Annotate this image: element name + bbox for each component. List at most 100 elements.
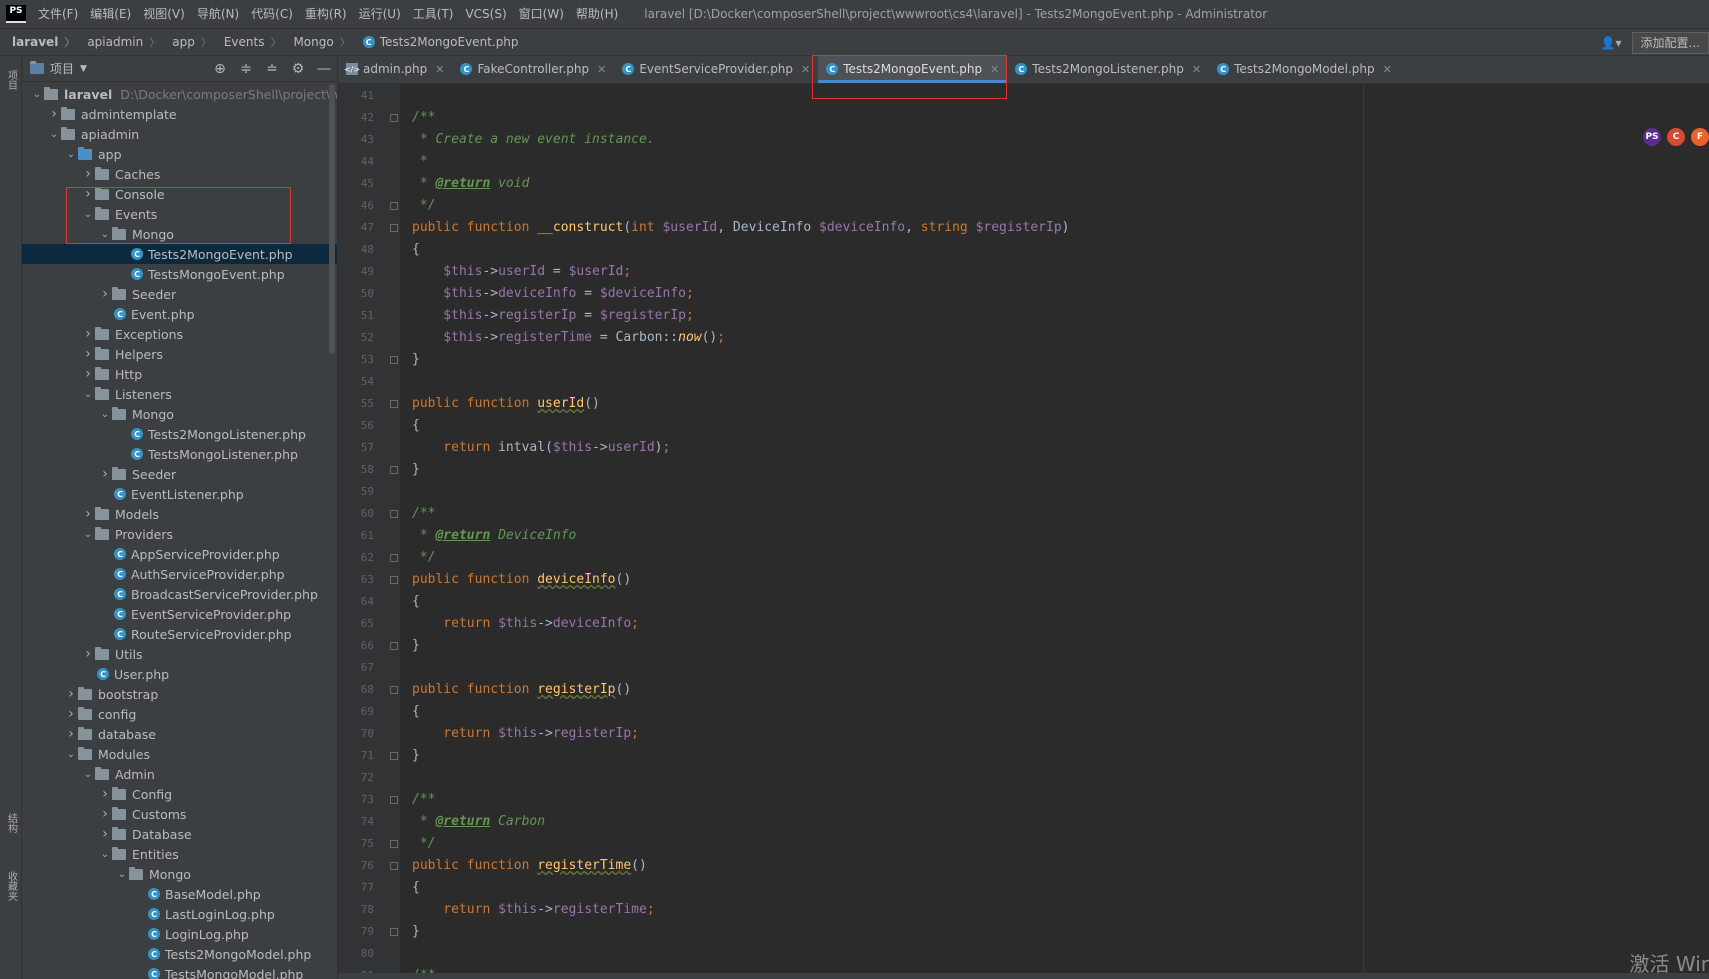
fold-marker-icon[interactable] — [390, 796, 398, 804]
tree-item[interactable]: › Seeder — [22, 284, 337, 304]
tree-item[interactable]: › Http — [22, 364, 337, 384]
chevron-right-icon[interactable]: › — [98, 826, 112, 842]
tree-item[interactable]: ⌄ Mongo — [22, 224, 337, 244]
editor-tab[interactable]: C Tests2MongoEvent.php ✕ — [818, 55, 1008, 83]
expand-all-icon[interactable]: ≑ — [233, 61, 259, 77]
project-view-selector[interactable]: 项目 ▼ — [22, 60, 87, 77]
menu-item[interactable]: 工具(T) — [407, 0, 460, 28]
chevron-down-icon[interactable]: ⌄ — [81, 389, 95, 400]
menu-item[interactable]: 导航(N) — [191, 0, 245, 28]
close-icon[interactable]: ✕ — [597, 63, 606, 76]
collapse-all-icon[interactable]: ≐ — [259, 61, 285, 77]
breadcrumb-item[interactable]: Events 〉 — [212, 34, 282, 50]
tree-item[interactable]: ⌄ Events — [22, 204, 337, 224]
chevron-right-icon[interactable]: › — [81, 346, 95, 362]
chevron-down-icon[interactable]: ⌄ — [81, 209, 95, 220]
tree-item[interactable]: C BaseModel.php — [22, 884, 337, 904]
chevron-right-icon[interactable]: › — [98, 786, 112, 802]
tree-item[interactable]: › Exceptions — [22, 324, 337, 344]
hide-icon[interactable]: — — [311, 61, 337, 77]
tree-item[interactable]: ⌄ Mongo — [22, 864, 337, 884]
menu-item[interactable]: 文件(F) — [32, 0, 84, 28]
structure-tool-tab[interactable]: 结构 — [1, 800, 21, 846]
tree-item[interactable]: ⌄ Entities — [22, 844, 337, 864]
fold-marker-icon[interactable] — [390, 224, 398, 232]
fold-marker-icon[interactable] — [390, 400, 398, 408]
chevron-right-icon[interactable]: › — [81, 166, 95, 182]
chevron-down-icon[interactable]: ⌄ — [64, 749, 78, 760]
fold-marker-icon[interactable] — [390, 466, 398, 474]
menu-item[interactable]: 重构(R) — [299, 0, 353, 28]
tree-item[interactable]: C BroadcastServiceProvider.php — [22, 584, 337, 604]
chevron-right-icon[interactable]: › — [81, 646, 95, 662]
tree-item[interactable]: ⌄ Providers — [22, 524, 337, 544]
fold-marker-icon[interactable] — [390, 928, 398, 936]
fold-marker-icon[interactable] — [390, 202, 398, 210]
tree-item[interactable]: › database — [22, 724, 337, 744]
breadcrumb-item[interactable]: laravel 〉 — [0, 34, 75, 50]
add-configuration-button[interactable]: 添加配置... — [1631, 31, 1709, 54]
menu-item[interactable]: 代码(C) — [245, 0, 299, 28]
project-tool-tab[interactable]: 项目 — [1, 60, 21, 100]
tree-item[interactable]: › config — [22, 704, 337, 724]
chevron-right-icon[interactable]: › — [81, 366, 95, 382]
tree-item[interactable]: ⌄ Listeners — [22, 384, 337, 404]
chevron-right-icon[interactable]: › — [81, 186, 95, 202]
tree-item[interactable]: C LastLoginLog.php — [22, 904, 337, 924]
user-menu-button[interactable]: 👤▾ — [1591, 36, 1632, 50]
fold-marker-icon[interactable] — [390, 686, 398, 694]
chevron-down-icon[interactable]: ⌄ — [81, 529, 95, 540]
tree-item[interactable]: › Caches — [22, 164, 337, 184]
chevron-down-icon[interactable]: ⌄ — [98, 229, 112, 240]
breadcrumb-item[interactable]: apiadmin 〉 — [75, 34, 160, 50]
fold-marker-icon[interactable] — [390, 862, 398, 870]
tree-item[interactable]: C EventListener.php — [22, 484, 337, 504]
close-icon[interactable]: ✕ — [990, 63, 999, 76]
tree-item[interactable]: ⌄ Modules — [22, 744, 337, 764]
chevron-down-icon[interactable]: ⌄ — [98, 409, 112, 420]
chevron-right-icon[interactable]: › — [64, 686, 78, 702]
favorites-tool-tab[interactable]: 收藏夹 — [1, 856, 21, 916]
tree-item[interactable]: C Tests2MongoListener.php — [22, 424, 337, 444]
tree-item[interactable]: C EventServiceProvider.php — [22, 604, 337, 624]
fold-marker-icon[interactable] — [390, 356, 398, 364]
fold-marker-icon[interactable] — [390, 840, 398, 848]
editor-tab[interactable]: C Tests2MongoModel.php ✕ — [1209, 55, 1400, 83]
tree-item[interactable]: ⌄ laravel D:\Docker\composerShell\project\… — [22, 84, 337, 104]
fold-marker-icon[interactable] — [390, 554, 398, 562]
fold-marker-icon[interactable] — [390, 510, 398, 518]
firefox-icon[interactable]: F — [1691, 128, 1709, 146]
close-icon[interactable]: ✕ — [435, 63, 444, 76]
editor-tab[interactable]: C Tests2MongoListener.php ✕ — [1007, 55, 1209, 83]
tree-item[interactable]: C TestsMongoModel.php — [22, 964, 337, 979]
breadcrumb-item[interactable]: C Tests2MongoEvent.php — [351, 35, 519, 49]
tree-item[interactable]: C TestsMongoEvent.php — [22, 264, 337, 284]
chevron-right-icon[interactable]: › — [98, 806, 112, 822]
editor-tab[interactable]: </> admin.php ✕ — [338, 55, 452, 83]
tree-item[interactable]: › Models — [22, 504, 337, 524]
chrome-icon[interactable]: C — [1667, 128, 1685, 146]
menu-item[interactable]: 运行(U) — [353, 0, 407, 28]
editor-tab[interactable]: C EventServiceProvider.php ✕ — [614, 55, 818, 83]
chevron-right-icon[interactable]: › — [81, 326, 95, 342]
chevron-right-icon[interactable]: › — [98, 286, 112, 302]
menu-item[interactable]: 窗口(W) — [513, 0, 570, 28]
menu-item[interactable]: VCS(S) — [459, 0, 512, 28]
chevron-right-icon[interactable]: › — [64, 706, 78, 722]
fold-marker-icon[interactable] — [390, 752, 398, 760]
tree-item[interactable]: C Tests2MongoEvent.php — [22, 244, 337, 264]
tree-item[interactable]: › admintemplate — [22, 104, 337, 124]
menu-item[interactable]: 帮助(H) — [570, 0, 624, 28]
fold-marker-icon[interactable] — [390, 576, 398, 584]
chevron-right-icon[interactable]: › — [64, 726, 78, 742]
close-icon[interactable]: ✕ — [1383, 63, 1392, 76]
editor-tab[interactable]: C FakeController.php ✕ — [452, 55, 614, 83]
breadcrumb-item[interactable]: app 〉 — [160, 34, 212, 50]
tree-item[interactable]: › Console — [22, 184, 337, 204]
chevron-right-icon[interactable]: › — [47, 106, 61, 122]
tree-item[interactable]: C RouteServiceProvider.php — [22, 624, 337, 644]
tree-item[interactable]: ⌄ Admin — [22, 764, 337, 784]
tree-item[interactable]: › Seeder — [22, 464, 337, 484]
tree-item[interactable]: ⌄ app — [22, 144, 337, 164]
tree-item[interactable]: › bootstrap — [22, 684, 337, 704]
